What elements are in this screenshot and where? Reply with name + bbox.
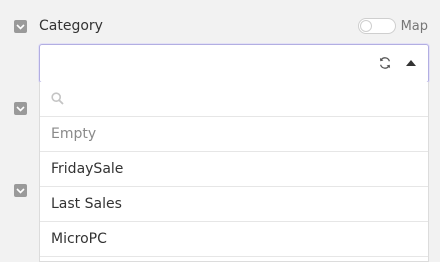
field-label: Category bbox=[39, 18, 103, 34]
map-toggle-label: Map bbox=[400, 18, 428, 34]
map-toggle[interactable] bbox=[357, 18, 396, 34]
chevron-down-icon bbox=[16, 187, 25, 194]
toggle-knob bbox=[359, 20, 372, 32]
chevron-down-icon bbox=[16, 23, 25, 30]
field-checkbox-2[interactable] bbox=[14, 102, 27, 115]
caret-up-icon[interactable] bbox=[406, 60, 416, 66]
option-micropc[interactable]: MicroPC bbox=[40, 222, 428, 257]
option-last-sales[interactable]: Last Sales bbox=[40, 187, 428, 222]
dropdown-menu: Empty FridaySale Last Sales MicroPC bbox=[39, 82, 429, 262]
chevron-down-icon bbox=[16, 105, 25, 112]
map-toggle-group: Map bbox=[357, 18, 428, 34]
category-checkbox[interactable] bbox=[14, 20, 27, 33]
dropdown-search bbox=[40, 82, 428, 117]
refresh-icon[interactable] bbox=[378, 56, 392, 70]
option-empty[interactable]: Empty bbox=[40, 117, 428, 152]
option-fridaysale[interactable]: FridaySale bbox=[40, 152, 428, 187]
search-icon bbox=[51, 92, 64, 105]
category-select[interactable] bbox=[39, 44, 429, 83]
dropdown-search-input[interactable] bbox=[70, 86, 414, 112]
field-checkbox-3[interactable] bbox=[14, 184, 27, 197]
